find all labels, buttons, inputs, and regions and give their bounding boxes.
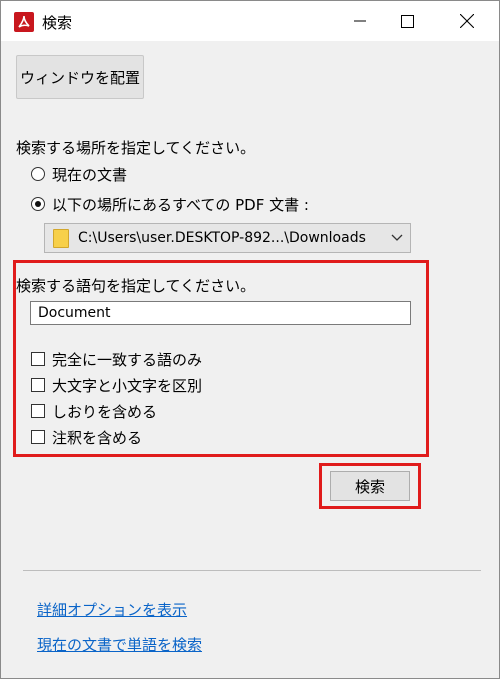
checkbox-whole-words[interactable] <box>31 352 45 366</box>
search-window: 検索 ウィンドウを配置 検索する場所を指定してください。 現在の文書 以下の場所… <box>0 0 500 679</box>
acrobat-icon <box>14 12 34 32</box>
checkbox-include-comments-label[interactable]: 注釈を含める <box>52 427 142 448</box>
radio-all-pdf-documents-label[interactable]: 以下の場所にあるすべての PDF 文書 : <box>52 194 309 215</box>
folder-path: C:\Users\user.DESKTOP-892...\Downloads <box>78 230 366 246</box>
search-button[interactable]: 検索 <box>330 471 410 501</box>
advanced-options-link[interactable]: 詳細オプションを表示 <box>37 599 187 620</box>
checkbox-case-sensitive-label[interactable]: 大文字と小文字を区別 <box>52 375 202 396</box>
minimize-icon <box>354 20 366 22</box>
terms-prompt: 検索する語句を指定してください。 <box>16 277 256 295</box>
window-title: 検索 <box>42 14 73 32</box>
checkbox-include-bookmarks-label[interactable]: しおりを含める <box>52 401 157 422</box>
search-terms-input[interactable] <box>30 301 411 325</box>
find-in-current-document-link[interactable]: 現在の文書で単語を検索 <box>37 634 202 655</box>
checkbox-include-bookmarks[interactable] <box>31 404 45 418</box>
folder-icon <box>53 229 69 248</box>
minimize-button[interactable] <box>337 1 383 41</box>
location-prompt: 検索する場所を指定してください。 <box>16 139 256 157</box>
checkbox-case-sensitive[interactable] <box>31 378 45 392</box>
close-button[interactable] <box>444 1 490 41</box>
radio-current-document[interactable] <box>31 167 45 181</box>
divider <box>23 570 481 571</box>
close-icon <box>460 14 474 28</box>
radio-all-pdf-documents[interactable] <box>31 197 45 211</box>
radio-current-document-label[interactable]: 現在の文書 <box>52 164 127 185</box>
title-bar[interactable]: 検索 <box>1 1 499 41</box>
search-terms-text[interactable] <box>31 302 410 324</box>
checkbox-include-comments[interactable] <box>31 430 45 444</box>
maximize-icon <box>400 14 414 28</box>
place-window-button[interactable]: ウィンドウを配置 <box>16 55 144 99</box>
chevron-down-icon <box>391 234 403 241</box>
checkbox-whole-words-label[interactable]: 完全に一致する語のみ <box>52 349 202 370</box>
maximize-button[interactable] <box>384 1 430 41</box>
folder-dropdown[interactable]: C:\Users\user.DESKTOP-892...\Downloads <box>44 223 411 253</box>
